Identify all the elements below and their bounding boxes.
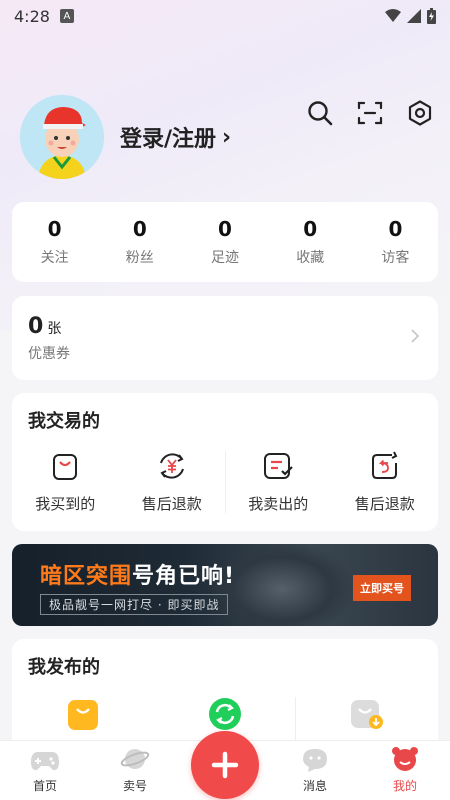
- coupon-count: 0 张: [28, 314, 422, 339]
- publish-item-exchange[interactable]: [154, 697, 296, 731]
- avatar-illustration: [20, 95, 104, 179]
- publish-actions: [12, 697, 438, 747]
- yellow-bag-icon: [68, 700, 98, 730]
- stat-value: 0: [132, 217, 147, 241]
- tab-label: 消息: [302, 779, 327, 793]
- stat-footprints[interactable]: 0 足迹: [182, 202, 267, 282]
- tab-mine[interactable]: 我的: [360, 741, 450, 800]
- coupon-count-value: 0: [28, 314, 44, 339]
- trade-bought-button[interactable]: 我买到的: [12, 449, 119, 514]
- trade-refund-buy-button[interactable]: 售后退款: [119, 449, 226, 514]
- grey-bag-download-icon: [351, 700, 383, 729]
- settings-icon[interactable]: [406, 99, 434, 127]
- profile-header: 登录/注册 ›: [20, 94, 434, 180]
- trade-item-label: 我买到的: [35, 495, 96, 513]
- promo-banner[interactable]: 暗区突围号角已响! 极品靓号一网打尽 · 即买即战 立即买号: [12, 544, 438, 626]
- refund-yen-icon: [155, 449, 189, 483]
- stat-value: 0: [47, 217, 62, 241]
- wifi-icon: [385, 9, 401, 22]
- coupon-count-unit: 张: [47, 321, 62, 337]
- banner-headline-orange: 暗区突围: [40, 564, 133, 589]
- tab-label: 我的: [392, 779, 417, 793]
- banner-subtitle: 极品靓号一网打尽 · 即买即战: [40, 594, 229, 615]
- login-register-label: 登录/注册: [120, 127, 217, 152]
- sold-doc-icon: [261, 449, 295, 483]
- scan-icon[interactable]: [356, 99, 384, 127]
- my-trades-title: 我交易的: [28, 411, 100, 432]
- banner-headline: 暗区突围号角已响!: [40, 558, 235, 590]
- status-icons: [385, 8, 436, 24]
- plus-icon: [211, 751, 239, 779]
- publish-item-selling[interactable]: [12, 697, 154, 731]
- stat-label: 关注: [40, 250, 69, 266]
- status-time: 4:28: [14, 6, 50, 26]
- chevron-right-icon: [410, 328, 420, 349]
- gamepad-icon: [31, 752, 59, 771]
- trade-refund-sell-button[interactable]: 售后退款: [332, 449, 439, 514]
- keyboard-badge: A: [59, 9, 74, 23]
- stat-label: 足迹: [211, 250, 239, 266]
- publish-fab-button[interactable]: [191, 731, 259, 799]
- trade-actions: 我买到的 售后退款 我卖出的 售后退款: [12, 449, 438, 514]
- stat-following[interactable]: 0 关注: [12, 202, 97, 282]
- trade-sold-button[interactable]: 我卖出的: [225, 449, 332, 514]
- banner-headline-white: 号角已响!: [132, 564, 236, 589]
- publish-item-offline[interactable]: [296, 697, 438, 731]
- search-icon[interactable]: [306, 99, 334, 127]
- planet-icon: [120, 749, 150, 769]
- status-bar: 4:28 A: [0, 0, 450, 32]
- tab-home[interactable]: 首页: [0, 741, 90, 800]
- tab-label: 卖号: [122, 779, 147, 793]
- trade-item-label: 我卖出的: [248, 495, 309, 513]
- stat-value: 0: [303, 217, 318, 241]
- my-trades-card: 我交易的 我买到的 售后退款 我卖出的 售后退款: [12, 393, 438, 531]
- stat-label: 粉丝: [125, 250, 154, 266]
- stat-label: 收藏: [296, 250, 325, 266]
- trade-item-label: 售后退款: [354, 495, 415, 513]
- header-actions: [306, 99, 434, 127]
- signal-icon: [407, 9, 421, 23]
- banner-buy-button[interactable]: 立即买号: [353, 575, 411, 601]
- battery-icon: [427, 8, 436, 24]
- chat-icon: [303, 749, 327, 772]
- bag-icon: [48, 449, 82, 483]
- trade-item-label: 售后退款: [141, 495, 202, 513]
- stats-card: 0 关注 0 粉丝 0 足迹 0 收藏 0 访客: [12, 202, 438, 282]
- tab-label: 首页: [32, 779, 57, 793]
- profile-icon: [392, 747, 418, 771]
- chevron-right-icon: ›: [222, 124, 232, 150]
- login-register-link[interactable]: 登录/注册 ›: [120, 121, 231, 153]
- stat-value: 0: [388, 217, 403, 241]
- coupon-label: 优惠券: [28, 346, 70, 362]
- stat-label: 访客: [381, 250, 410, 266]
- stat-visitors[interactable]: 0 访客: [353, 202, 438, 282]
- avatar[interactable]: [20, 95, 104, 179]
- divider: [225, 451, 226, 513]
- tab-sell[interactable]: 卖号: [90, 741, 180, 800]
- refund-return-icon: [368, 449, 402, 483]
- stat-fans[interactable]: 0 粉丝: [97, 202, 182, 282]
- coupon-card[interactable]: 0 张 优惠券: [12, 296, 438, 380]
- my-publish-title: 我发布的: [28, 657, 100, 678]
- stat-value: 0: [218, 217, 232, 241]
- green-exchange-icon: [209, 698, 241, 730]
- tab-messages[interactable]: 消息: [270, 741, 360, 800]
- stat-favorites[interactable]: 0 收藏: [268, 202, 353, 282]
